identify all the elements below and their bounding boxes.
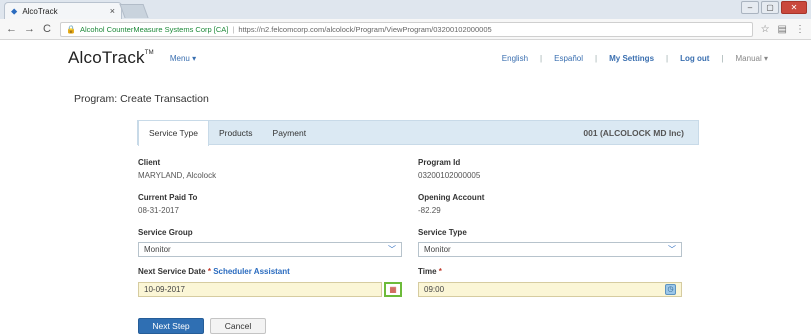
client-field: Client MARYLAND, Alcolock <box>138 158 216 180</box>
logout-link[interactable]: Log out <box>680 54 709 63</box>
maximize-icon[interactable]: ▢ <box>761 1 779 14</box>
next-service-label-row: Next Service Date * Scheduler Assistant <box>138 267 290 276</box>
url-input[interactable]: 🔒 Alcohol CounterMeasure Systems Corp [C… <box>60 21 753 37</box>
service-type-value: Monitor <box>424 245 451 254</box>
header-links: English | Español | My Settings | Log ou… <box>502 54 768 63</box>
language-english-link[interactable]: English <box>502 54 528 63</box>
current-paid-label: Current Paid To <box>138 193 198 202</box>
client-value: MARYLAND, Alcolock <box>138 171 217 180</box>
service-group-select[interactable]: Monitor ﹀ <box>138 242 402 257</box>
close-tab-icon[interactable]: × <box>110 6 115 16</box>
logo-text: AlcoTrack <box>68 48 145 67</box>
browser-menu-icon[interactable]: ⋮ <box>795 24 805 35</box>
time-label-row: Time * <box>418 267 442 276</box>
next-service-date-input[interactable]: 10-09-2017 <box>138 282 382 297</box>
bookmark-star-icon[interactable]: ☆ <box>761 24 770 35</box>
transaction-tabs: Service Type Products Payment 001 (ALCOL… <box>137 120 699 146</box>
program-id-field: Program Id 03200102000005 <box>418 158 480 180</box>
extension-icon[interactable]: ▤ <box>778 24 787 35</box>
forward-icon[interactable]: → <box>24 23 35 35</box>
service-type-label: Service Type <box>418 228 467 237</box>
close-window-icon[interactable]: ✕ <box>781 1 807 14</box>
address-bar-row: ← → C 🔒 Alcohol CounterMeasure Systems C… <box>0 19 811 40</box>
manual-dropdown[interactable]: Manual ▾ <box>736 54 768 63</box>
logo-trademark: TM <box>144 50 154 56</box>
current-paid-field: Current Paid To 08-31-2017 <box>138 193 197 215</box>
service-group-value: Monitor <box>144 245 171 254</box>
tab-service-type[interactable]: Service Type <box>138 120 209 146</box>
separator: | <box>721 53 724 63</box>
app-logo[interactable]: AlcoTrackTM <box>68 48 154 68</box>
time-input[interactable]: 09:00 ◷ <box>418 282 682 297</box>
browser-tab[interactable]: ⬥ AlcoTrack × <box>4 2 122 19</box>
window-controls: – ▢ ✕ <box>741 1 807 14</box>
url-separator: | <box>232 24 235 34</box>
language-espanol-link[interactable]: Español <box>554 54 583 63</box>
favicon-icon: ⬥ <box>11 5 18 16</box>
time-label: Time <box>418 267 437 276</box>
tab-products[interactable]: Products <box>209 121 263 144</box>
separator: | <box>595 53 598 63</box>
separator: | <box>666 53 669 63</box>
next-step-button[interactable]: Next Step <box>138 318 204 334</box>
program-label: 001 (ALCOLOCK MD Inc) <box>583 127 684 138</box>
menu-dropdown[interactable]: Menu ▾ <box>170 54 196 63</box>
back-icon[interactable]: ← <box>6 23 17 35</box>
program-id-value: 03200102000005 <box>418 171 481 180</box>
time-value: 09:00 <box>424 285 445 294</box>
minimize-icon[interactable]: – <box>741 1 759 14</box>
tab-payment[interactable]: Payment <box>263 121 317 144</box>
my-settings-link[interactable]: My Settings <box>609 54 654 63</box>
lock-icon: 🔒 <box>66 24 76 34</box>
required-mark: * <box>438 267 442 276</box>
site-identity: Alcohol CounterMeasure Systems Corp [CA] <box>79 24 229 34</box>
chevron-down-icon: ﹀ <box>668 245 676 254</box>
service-type-field: Service Type <box>418 228 467 237</box>
browser-tab-bar: ⬥ AlcoTrack × – ▢ ✕ <box>0 0 811 19</box>
cancel-button[interactable]: Cancel <box>210 318 266 334</box>
calendar-icon[interactable]: ▦ <box>384 282 402 297</box>
opening-account-label: Opening Account <box>418 193 485 202</box>
service-group-label: Service Group <box>138 228 193 237</box>
service-group-field: Service Group <box>138 228 193 237</box>
page-title: Program: Create Transaction <box>74 93 209 105</box>
tab-title: AlcoTrack <box>22 6 58 16</box>
url-text: https://n2.felcomcorp.com/alcolock/Progr… <box>238 24 492 34</box>
separator: | <box>540 53 543 63</box>
opening-account-field: Opening Account -82.29 <box>418 193 484 215</box>
reload-icon[interactable]: C <box>42 23 52 35</box>
next-service-label: Next Service Date <box>138 267 206 276</box>
opening-account-value: -82.29 <box>418 206 441 215</box>
required-mark: * <box>207 267 211 276</box>
time-field: Time * <box>418 267 442 276</box>
new-tab-button[interactable] <box>119 4 149 18</box>
scheduler-assistant-link[interactable]: Scheduler Assistant <box>213 267 290 276</box>
current-paid-value: 08-31-2017 <box>138 206 179 215</box>
clock-icon[interactable]: ◷ <box>665 284 676 295</box>
next-service-date-value: 10-09-2017 <box>144 285 185 294</box>
chevron-down-icon: ﹀ <box>388 245 396 254</box>
service-type-select[interactable]: Monitor ﹀ <box>418 242 682 257</box>
program-id-label: Program Id <box>418 158 461 167</box>
client-label: Client <box>138 158 161 167</box>
next-service-field: Next Service Date * Scheduler Assistant <box>138 267 290 276</box>
app-header: AlcoTrackTM Menu ▾ English | Español | M… <box>68 44 768 72</box>
